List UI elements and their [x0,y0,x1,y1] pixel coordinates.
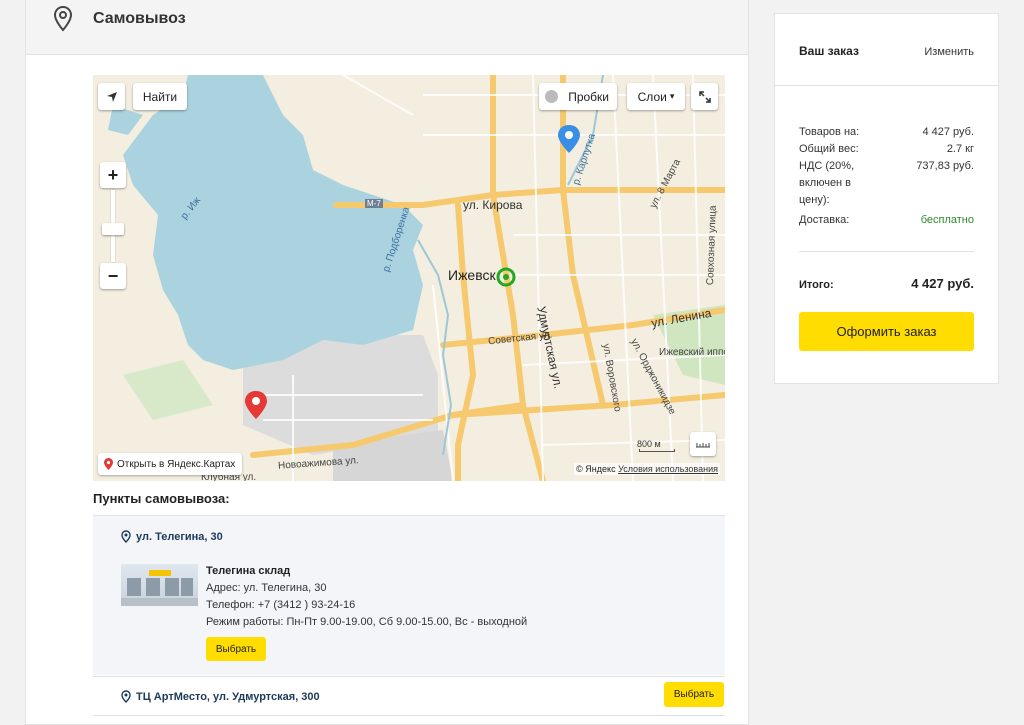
store-window [127,578,141,596]
order-row-vat: НДС (20%, включен в цену): 737,83 руб. [799,158,974,209]
arrow-icon [106,91,117,102]
location-pin-icon [121,690,131,703]
map-scale-bar [639,449,675,452]
pickup-point-address-line: Адрес: ул. Телегина, 30 [206,582,327,594]
order-header: Ваш заказ Изменить [775,14,998,86]
map-label-city: Ижевск [448,267,496,283]
pickup-point-address-text: ТЦ АртМесто, ул. Удмуртская, 300 [136,690,320,703]
select-pickup-button[interactable]: Выбрать [206,637,266,661]
store-window [181,578,193,596]
order-row-key: Товаров на: [799,126,860,138]
red-pin-icon [104,458,113,470]
order-row-value: 737,83 руб. [916,160,974,172]
map-label-park: Ижевский иппо [659,347,725,358]
order-row-delivery: Доставка: бесплатно [799,212,974,229]
pickup-points-heading: Пункты самовывоза: [93,491,230,506]
traffic-label: Пробки [568,89,609,104]
pickup-point-name: Телегина склад [206,565,291,577]
expand-icon [698,90,711,103]
order-row-value: бесплатно [920,214,974,226]
order-row-items: Товаров на: 4 427 руб. [799,124,974,141]
geolocation-button[interactable] [98,83,125,110]
order-row-weight: Общий вес: 2.7 кг [799,141,974,158]
zoom-in-button[interactable]: + [100,162,126,188]
order-rows: Товаров на: 4 427 руб. Общий вес: 2.7 кг… [799,124,974,229]
layers-button[interactable]: Слои ▾ [627,83,685,110]
chevron-down-icon: ▾ [669,91,675,101]
order-summary: Ваш заказ Изменить Товаров на: 4 427 руб… [774,13,999,384]
order-title: Ваш заказ [799,44,859,58]
store-floor [121,598,198,606]
pickup-point-phone: Телефон: +7 (3412 ) 93-24-16 [206,599,356,611]
pickup-panel: Самовывоз ул. Кирова ул. Ленина Советска… [25,0,749,725]
map-pin-icon [53,6,73,32]
zoom-out-button[interactable]: − [100,263,126,289]
order-total-label: Итого: [799,279,834,291]
copyright-text: © Яндекс [576,464,616,474]
order-row-key: НДС (20%, включен в цену): [799,160,855,206]
edit-order-link[interactable]: Изменить [924,46,974,58]
order-total-value: 4 427 руб. [911,276,974,291]
ruler-button[interactable] [690,432,716,456]
order-row-key: Доставка: [799,214,850,226]
store-window [165,578,179,596]
pickup-point-address-text: ул. Телегина, 30 [136,530,223,543]
section-title: Самовывоз [93,10,186,27]
ruler-icon [696,443,710,448]
store-photo [121,564,198,606]
pickup-point-card[interactable]: ул. Телегина, 30 Телегина склад Адрес: у… [93,515,725,675]
pickup-point-details: Телегина склад Адрес: ул. Телегина, 30 Т… [206,563,527,631]
store-sign [149,570,171,576]
order-row-value: 2.7 кг [946,143,974,155]
map-copyright: © Яндекс Условия использования [574,463,720,475]
divider [799,251,974,252]
traffic-light-icon [545,90,558,103]
find-button[interactable]: Найти [133,83,187,110]
traffic-button[interactable]: Пробки [539,83,617,110]
pickup-point-address[interactable]: ул. Телегина, 30 [121,530,223,543]
store-window [146,578,160,596]
map-canvas [93,75,725,481]
layers-label: Слои [637,89,667,104]
pickup-point-address[interactable]: ТЦ АртМесто, ул. Удмуртская, 300 [121,690,320,703]
location-pin-icon [121,530,131,543]
pickup-point-card[interactable]: ТЦ АртМесто, ул. Удмуртская, 300 Выбрать [93,676,725,716]
pickup-point-hours: Режим работы: Пн-Пт 9.00-19.00, Сб 9.00-… [206,616,528,628]
yandex-map[interactable]: ул. Кирова ул. Ленина Советская ул. Удму… [93,75,725,481]
map-scale-label: 800 м [637,439,661,449]
select-pickup-button[interactable]: Выбрать [664,682,724,707]
open-in-yandex-maps-link[interactable]: Открыть в Яндекс.Картах [98,453,243,475]
fullscreen-button[interactable] [691,83,718,110]
order-row-value: 4 427 руб. [922,126,974,138]
open-in-yandex-maps-label: Открыть в Яндекс.Картах [117,458,236,470]
terms-link[interactable]: Условия использования [618,464,718,474]
map-label-kirova: ул. Кирова [463,198,523,212]
checkout-button[interactable]: Оформить заказ [799,312,974,351]
section-header: Самовывоз [26,0,748,55]
zoom-slider-handle[interactable] [102,223,124,235]
order-row-key: Общий вес: [799,143,859,155]
map-label-m7: M-7 [365,199,383,208]
order-total: Итого: 4 427 руб. [799,276,974,291]
page: Самовывоз ул. Кирова ул. Ленина Советска… [0,0,1024,725]
